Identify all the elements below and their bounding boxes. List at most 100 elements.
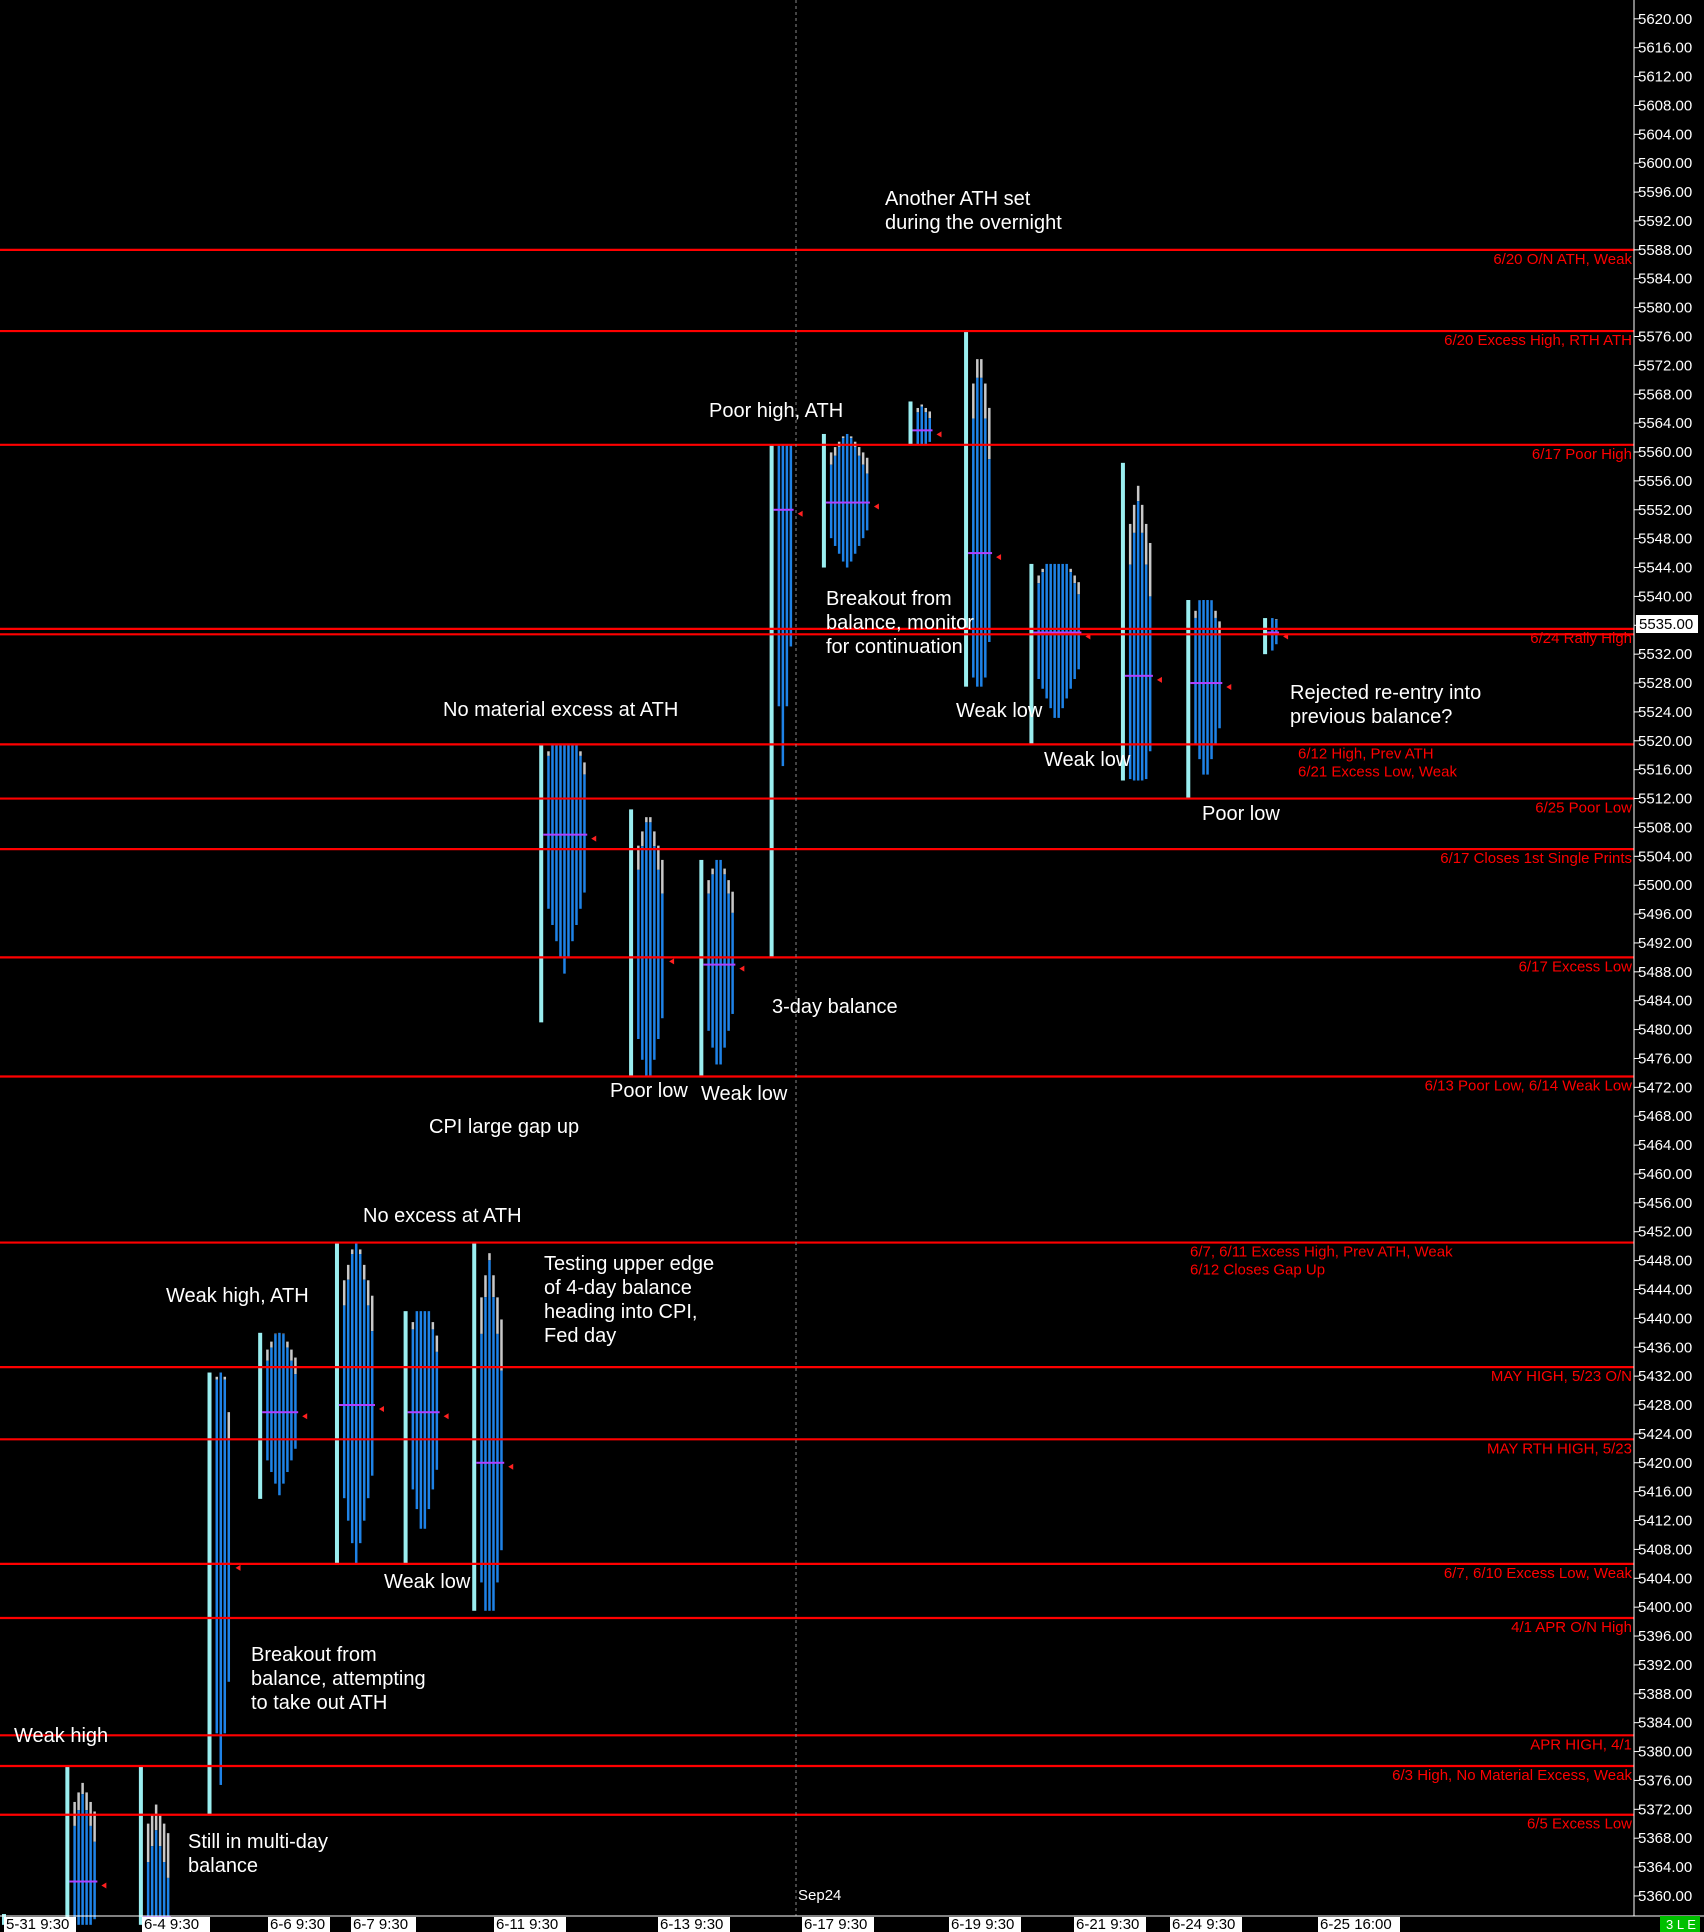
profile-value-bar <box>988 459 991 642</box>
profile-tail-bar <box>1041 568 1044 573</box>
profile-tail-bar <box>857 447 861 456</box>
profile-value-bar <box>89 1825 92 1925</box>
annotation-text: previous balance? <box>1290 706 1452 728</box>
profile-value-bar <box>346 1279 350 1521</box>
time-label: 6-4 9:30 <box>144 1916 199 1932</box>
level-label: 6/17 Closes 1st Single Prints <box>1440 850 1632 867</box>
price-tick-label: 5376.00 <box>1638 1772 1692 1789</box>
level-label: 6/7, 6/11 Excess High, Prev ATH, Weak <box>1190 1244 1453 1261</box>
profile-open-column <box>138 1765 143 1925</box>
profile-tail-bar <box>1037 575 1040 584</box>
profile-value-bar <box>559 744 562 958</box>
profile-tail-bar <box>480 1297 483 1334</box>
profile-tail-bar <box>1275 619 1278 620</box>
profile-open-column <box>769 444 774 958</box>
profile-tail-bar <box>924 407 928 413</box>
profile-value-bar <box>980 377 983 687</box>
profile-poc <box>1190 682 1223 685</box>
profile-tail-bar <box>93 1811 96 1842</box>
price-tick-label: 5620.00 <box>1638 11 1692 28</box>
price-tick-label: 5544.00 <box>1638 560 1692 577</box>
annotation-text: Weak high, ATH <box>166 1285 309 1307</box>
price-tick-label: 5508.00 <box>1638 819 1692 836</box>
profile-tail-bar <box>723 868 726 875</box>
profile-value-bar <box>1128 564 1132 780</box>
annotation-text: No material excess at ATH <box>443 699 678 721</box>
profile-tail-bar <box>920 404 924 407</box>
profile-value-bar <box>215 1379 219 1734</box>
profile-value-bar <box>1073 583 1076 680</box>
profile-value-bar <box>223 1379 227 1734</box>
profile-value-bar <box>1214 617 1217 744</box>
profile-tail-bar <box>492 1275 495 1298</box>
price-tick-label: 5384.00 <box>1638 1715 1692 1732</box>
profile-tail-bar <box>711 868 714 875</box>
profile-value-bar <box>711 874 714 1048</box>
profile-value-bar <box>723 874 726 1048</box>
time-label: 6-7 9:30 <box>353 1916 408 1932</box>
profile-value-bar <box>645 822 648 1077</box>
level-label: 6/25 Poor Low <box>1535 800 1632 817</box>
profile-tail-bar <box>346 1264 350 1280</box>
profile-poc <box>543 833 588 836</box>
profile-tail-bar <box>833 447 837 456</box>
price-tick-label: 5432.00 <box>1638 1368 1692 1385</box>
profile-tail-bar <box>980 359 983 378</box>
profile-value-bar <box>849 437 853 562</box>
profile-tail-bar <box>547 751 550 756</box>
profile-tail-bar <box>1148 542 1152 597</box>
profile-tail-bar <box>158 1814 162 1847</box>
level-label: 6/17 Excess Low <box>1519 958 1633 975</box>
chart-background <box>0 0 1704 1932</box>
profile-tail-bar <box>865 457 869 474</box>
profile-value-bar <box>362 1279 366 1521</box>
price-tick-label: 5596.00 <box>1638 184 1692 201</box>
profile-open-column <box>65 1765 70 1925</box>
profile-value-bar <box>219 1372 223 1785</box>
price-tick-label: 5480.00 <box>1638 1022 1692 1039</box>
price-tick-label: 5420.00 <box>1638 1455 1692 1472</box>
price-tick-label: 5500.00 <box>1638 877 1692 894</box>
market-profile-chart[interactable]: 6/20 O/N ATH, Weak 6/20 Excess High, RTH … <box>0 0 1704 1932</box>
annotation-text: Weak high <box>14 1725 108 1747</box>
annotation-text: Weak low <box>956 700 1043 722</box>
profile-tail-bar <box>150 1814 154 1847</box>
profile-tail-bar <box>1128 523 1132 565</box>
profile-value-bar <box>1194 617 1197 744</box>
profile-value-bar <box>567 744 570 958</box>
profile-value-bar <box>972 418 975 678</box>
profile-value-bar <box>1065 563 1068 699</box>
level-label: MAY HIGH, 5/23 O/N <box>1491 1368 1632 1385</box>
profile-value-bar <box>984 418 987 678</box>
level-label: 4/1 APR O/N High <box>1511 1619 1632 1636</box>
annotation-text: Poor low <box>610 1080 688 1102</box>
profile-open-column <box>472 1242 477 1611</box>
profile-value-bar <box>789 444 793 647</box>
profile-value-bar <box>571 744 574 942</box>
profile-value-bar <box>435 1351 439 1470</box>
profile-tail-bar <box>362 1264 366 1280</box>
price-tick-label: 5436.00 <box>1638 1339 1692 1356</box>
level-label: 6/21 Excess Low, Weak <box>1298 763 1457 780</box>
time-label: 6-19 9:30 <box>951 1916 1014 1932</box>
profile-tail-bar <box>841 436 845 438</box>
profile-value-bar <box>1045 563 1048 699</box>
annotation-text: balance <box>188 1855 258 1877</box>
price-tick-label: 5360.00 <box>1638 1888 1692 1905</box>
time-label: 5-31 9:30 <box>6 1916 69 1932</box>
profile-value-bar <box>154 1830 158 1925</box>
profile-value-bar <box>653 846 656 1060</box>
profile-value-bar <box>500 1370 503 1551</box>
price-tick-label: 5372.00 <box>1638 1801 1692 1818</box>
price-tick-label: 5476.00 <box>1638 1050 1692 1067</box>
profile-open-column <box>258 1332 263 1499</box>
annotation-text: balance, monitor <box>826 612 974 634</box>
profile-value-bar <box>496 1333 499 1583</box>
price-tick-label: 5388.00 <box>1638 1686 1692 1703</box>
price-tick-label: 5520.00 <box>1638 733 1692 750</box>
profile-tail-bar <box>727 880 730 894</box>
profile-tail-bar <box>342 1280 346 1306</box>
profile-open-column <box>821 433 826 568</box>
profile-value-bar <box>480 1333 483 1583</box>
price-tick-label: 5576.00 <box>1638 328 1692 345</box>
